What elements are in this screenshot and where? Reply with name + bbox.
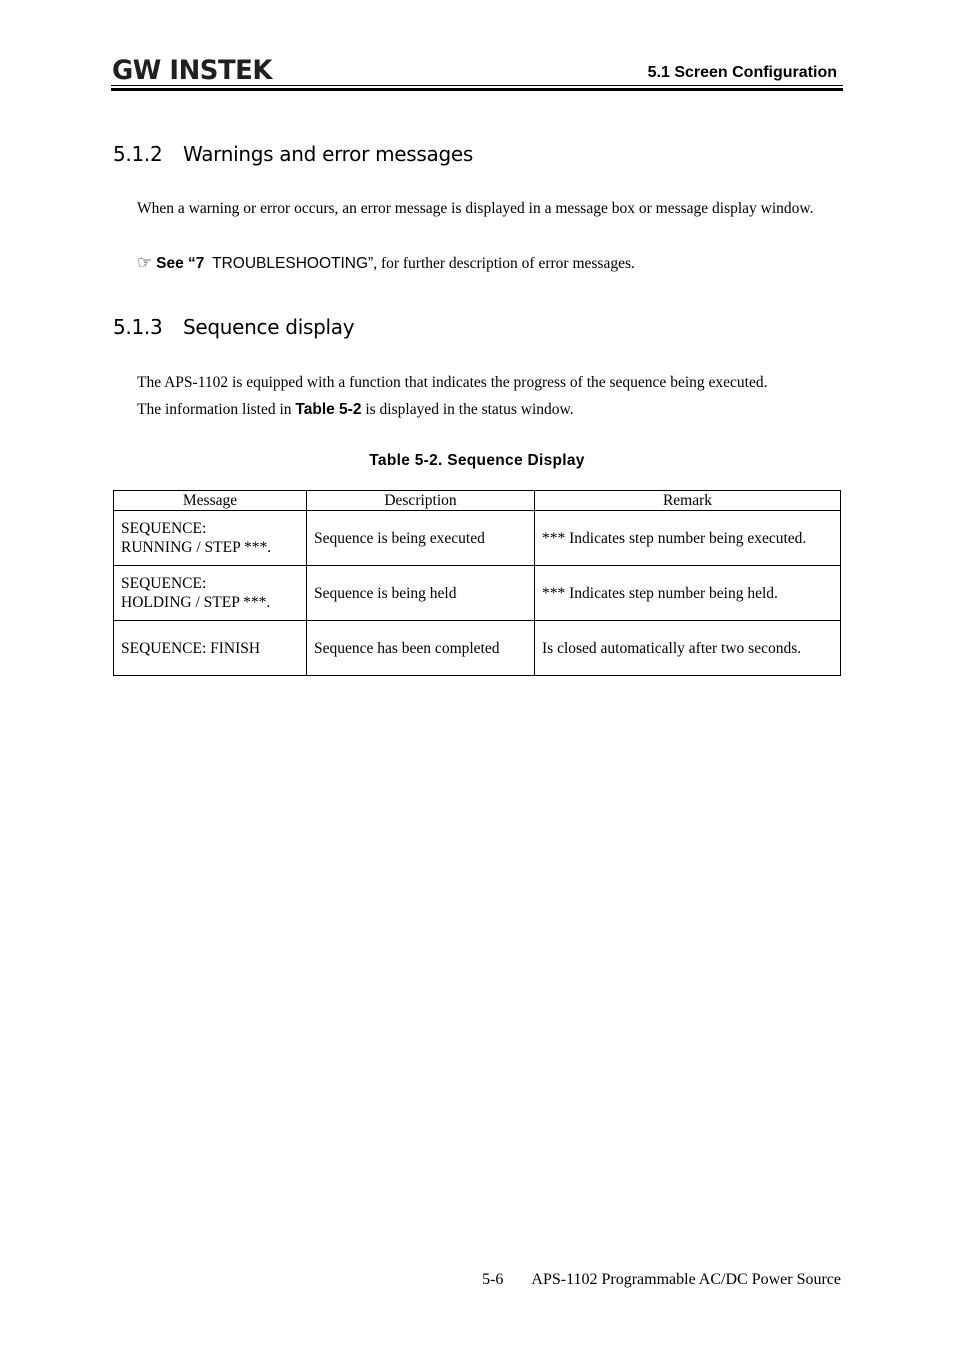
cell-description: Sequence has been completed [306,620,535,676]
pointing-hand-icon: ☞ [137,253,153,273]
heading-number: 5.1.3 [113,315,163,339]
cell-description: Sequence is being held [306,565,535,621]
table-header-row: Message Description Remark [113,490,841,511]
page-footer: 5-6 APS-1102 Programmable AC/DC Power Sou… [482,1271,841,1289]
gw-instek-logo: GW INSTEK [112,55,274,83]
cell-message: SEQUENCE: RUNNING / STEP ***. [113,510,307,566]
sequence-line-1: The APS-1102 is equipped with a function… [137,374,768,391]
header-section-title: 5.1 Screen Configuration [647,64,837,81]
table-row: SEQUENCE: RUNNING / STEP ***. Sequence is… [113,510,841,566]
header-rule-thick [111,88,843,91]
header-rule-thin [111,85,843,86]
table-reference-link[interactable]: Table 5-2 [295,401,361,418]
heading-5-1-2: 5.1.2 Warnings and error messages [113,142,473,166]
see-suffix: , for further description of error messa… [373,255,635,272]
warnings-paragraph: When a warning or error occurs, an error… [137,200,814,217]
cell-remark: Is closed automatically after two second… [534,620,841,676]
see-reference: ☞ See “7 TROUBLESHOOTING”, for further d… [137,250,837,277]
heading-5-1-3: 5.1.3 Sequence display [113,315,355,339]
sequence-paragraph: The APS-1102 is equipped with a function… [137,369,837,423]
table-row: SEQUENCE: HOLDING / STEP ***. Sequence is… [113,565,841,621]
cell-remark: *** Indicates step number being held. [534,565,841,621]
heading-number: 5.1.2 [113,142,163,166]
cell-remark: *** Indicates step number being executed… [534,510,841,566]
cell-message: SEQUENCE: HOLDING / STEP ***. [113,565,307,621]
see-prefix: See “7 [156,255,205,272]
header-description: Description [306,490,535,511]
page-number: 5-6 [482,1271,504,1288]
heading-title: Sequence display [183,315,355,339]
heading-title: Warnings and error messages [183,142,473,166]
table-row: SEQUENCE: FINISH Sequence has been compl… [113,620,841,676]
header-message: Message [113,490,307,511]
troubleshooting-link[interactable]: TROUBLESHOOTING” [212,255,373,272]
table-caption: Table 5-2. Sequence Display [369,452,585,469]
sequence-line-2: The information listed in Table 5-2 is d… [137,401,574,418]
header-remark: Remark [534,490,841,511]
sequence-display-table: Message Description Remark SEQUENCE: RUNN… [113,490,841,676]
cell-description: Sequence is being executed [306,510,535,566]
svg-text:GW INSTEK: GW INSTEK [112,55,274,83]
product-name: APS-1102 Programmable AC/DC Power Source [531,1271,841,1288]
cell-message: SEQUENCE: FINISH [113,620,307,676]
